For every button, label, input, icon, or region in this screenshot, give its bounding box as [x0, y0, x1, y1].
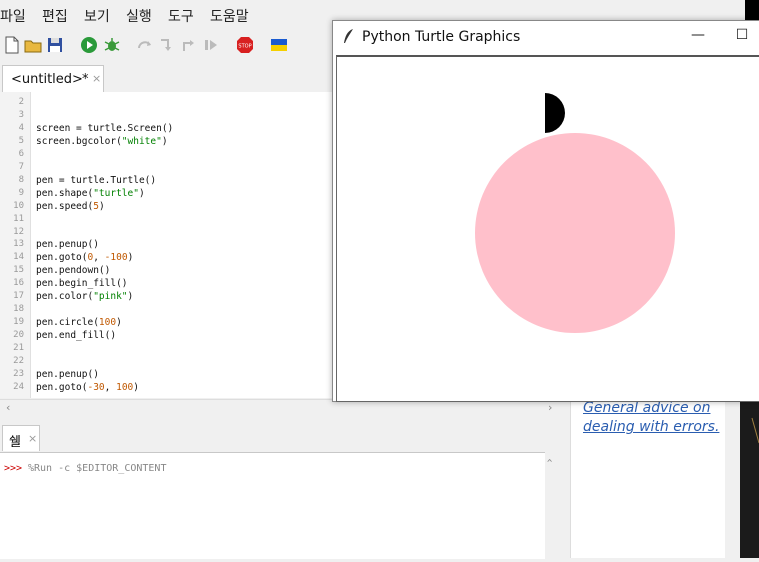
open-folder-icon[interactable] — [24, 36, 42, 54]
pink-filled-circle — [475, 133, 675, 333]
code-line[interactable]: pen.end_fill() — [36, 330, 116, 341]
line-number: 6 — [18, 148, 24, 159]
resume-icon[interactable] — [202, 36, 220, 54]
line-number: 5 — [18, 135, 24, 146]
line-number: 15 — [13, 265, 24, 276]
shell-tab-title: 쉘 — [9, 435, 21, 450]
line-number-gutter: 2 3 4 5 6 7 8 9 10 11 12 13 14 15 16 17 18 19 20 21 22 23 24 — [0, 92, 31, 398]
step-over-icon[interactable] — [136, 36, 154, 54]
code-line[interactable]: pen.pendown() — [36, 265, 110, 276]
scroll-up-icon[interactable]: ‹ — [544, 458, 557, 462]
tab-close-icon[interactable]: × — [92, 72, 101, 85]
ukraine-flag-icon[interactable] — [270, 36, 288, 54]
line-number: 2 — [18, 97, 24, 107]
shell-prompt: >>> — [4, 463, 23, 474]
turtle-cursor-shape — [545, 93, 565, 133]
code-line[interactable]: pen = turtle.Turtle() — [36, 175, 156, 186]
line-number: 22 — [13, 356, 24, 366]
line-number: 23 — [13, 368, 24, 379]
code-line[interactable]: screen = turtle.Screen() — [36, 123, 173, 134]
toolbar: STOP — [0, 32, 332, 60]
shell-command: %Run -c $EDITOR_CONTENT — [28, 463, 167, 474]
tab-shell[interactable]: 쉘 × — [2, 425, 40, 451]
line-number: 21 — [13, 343, 24, 354]
menu-file[interactable]: 파일 — [0, 6, 26, 26]
background-dark-window — [740, 398, 759, 558]
line-number: 20 — [13, 330, 24, 341]
code-line[interactable]: pen.shape("turtle") — [36, 188, 145, 199]
line-number: 9 — [18, 187, 24, 198]
stop-icon[interactable]: STOP — [236, 36, 254, 54]
assistant-panel: General advice on dealing with errors. — [570, 398, 725, 558]
code-line[interactable]: pen.speed(5) — [36, 201, 105, 212]
line-number: 10 — [13, 200, 24, 211]
editor-tab-bar: <untitled> * × — [0, 62, 332, 93]
line-number: 13 — [13, 239, 24, 250]
code-line[interactable]: pen.circle(100) — [36, 317, 122, 328]
line-number: 12 — [13, 226, 24, 237]
line-number: 7 — [18, 161, 24, 172]
shell-tab-close-icon[interactable]: × — [28, 432, 37, 445]
save-icon[interactable] — [46, 36, 64, 54]
line-number: 19 — [13, 317, 24, 328]
line-number: 18 — [13, 304, 24, 315]
shell-vertical-scrollbar[interactable]: ‹ — [544, 452, 560, 558]
line-number: 3 — [18, 109, 24, 120]
shell-tab-bar: 쉘 × — [0, 422, 560, 451]
line-number: 16 — [13, 278, 24, 289]
menu-edit[interactable]: 편집 — [42, 6, 68, 26]
code-line[interactable]: pen.goto(-30, 100) — [36, 382, 139, 393]
tab-modified-marker: * — [82, 72, 89, 87]
turtle-graphics-window[interactable]: Python Turtle Graphics — ☐ — [332, 20, 759, 402]
minimize-button[interactable]: — — [688, 25, 708, 45]
tab-title: <untitled> — [11, 72, 83, 87]
turtle-drawing — [475, 93, 675, 333]
line-number: 14 — [13, 252, 24, 263]
svg-text:STOP: STOP — [238, 44, 251, 50]
new-file-icon[interactable] — [3, 36, 21, 54]
line-number: 4 — [18, 122, 24, 133]
step-out-icon[interactable] — [180, 36, 198, 54]
code-line[interactable]: pen.begin_fill() — [36, 278, 128, 289]
turtle-window-title-bar[interactable]: Python Turtle Graphics — ☐ — [333, 21, 759, 53]
scroll-left-icon[interactable]: ‹ — [6, 401, 10, 414]
code-line[interactable]: pen.penup() — [36, 239, 99, 250]
background-window-edge — [745, 0, 759, 22]
line-number: 17 — [13, 291, 24, 302]
feather-icon — [344, 29, 353, 43]
menu-run[interactable]: 실행 — [126, 6, 152, 26]
menu-view[interactable]: 보기 — [84, 6, 110, 26]
code-line[interactable]: screen.bgcolor("white") — [36, 136, 168, 147]
line-number: 11 — [13, 213, 24, 224]
line-number: 8 — [18, 174, 24, 185]
menu-tools[interactable]: 도구 — [168, 6, 194, 26]
turtle-canvas[interactable] — [336, 55, 759, 402]
turtle-window-title: Python Turtle Graphics — [362, 29, 521, 45]
code-editor[interactable]: 2 3 4 5 6 7 8 9 10 11 12 13 14 15 16 17 18 19 20 21 22 23 24 s… — [0, 92, 332, 398]
code-line[interactable]: pen.penup() — [36, 369, 99, 380]
step-into-icon[interactable] — [158, 36, 176, 54]
editor-tab-untitled[interactable]: <untitled> * × — [2, 65, 104, 93]
debug-icon[interactable] — [103, 36, 121, 54]
maximize-button[interactable]: ☐ — [732, 25, 752, 45]
run-icon[interactable] — [80, 36, 98, 54]
shell-panel[interactable]: >>> %Run -c $EDITOR_CONTENT — [0, 452, 545, 559]
code-line[interactable]: pen.goto(0, -100) — [36, 252, 133, 263]
background-window-decoration — [751, 417, 759, 444]
code-line[interactable]: pen.color("pink") — [36, 291, 133, 302]
line-number: 24 — [13, 381, 24, 392]
help-link-line2[interactable]: dealing with errors. — [583, 419, 719, 435]
menu-help[interactable]: 도움말 — [210, 6, 249, 26]
